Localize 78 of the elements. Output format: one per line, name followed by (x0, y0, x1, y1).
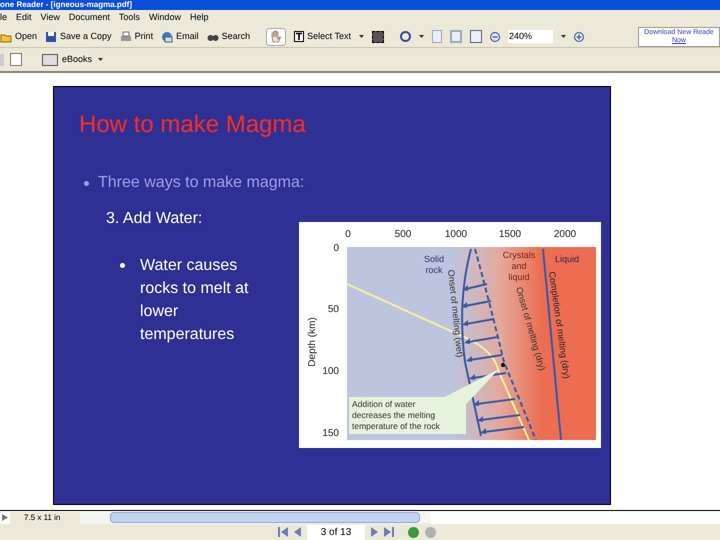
toolbar-button[interactable]: Print (120, 30, 154, 44)
page-number-field[interactable]: 3 of 13 (307, 524, 365, 540)
book-icon (42, 54, 58, 66)
arrow (473, 398, 516, 406)
zoom-field[interactable]: 240% (508, 30, 553, 44)
arrow (461, 300, 492, 308)
horizontal-scrollbar[interactable] (80, 512, 430, 524)
menu-item[interactable]: Tools (118, 11, 140, 25)
subheading: 3. Add Water: (106, 209, 202, 229)
first-page-icon[interactable] (278, 527, 288, 537)
callout-text: temperature of the rock (352, 421, 440, 431)
caret-icon[interactable] (418, 35, 424, 38)
arrow (480, 426, 524, 434)
axis-label: Depth (km) (307, 317, 318, 367)
point-marker (501, 363, 505, 367)
region-label: Solid (424, 254, 444, 264)
arrow (469, 372, 506, 380)
callout-text: Addition of water (352, 399, 416, 409)
menu-item[interactable]: Window (148, 11, 181, 25)
back-icon[interactable] (408, 526, 419, 538)
bullet-icon (84, 181, 89, 186)
region-label: Liquid (554, 254, 580, 264)
bullet-icon (120, 263, 125, 268)
menu-item[interactable]: View (40, 11, 60, 25)
tick-label: 1000 (444, 229, 468, 240)
pages-icon[interactable] (10, 53, 22, 66)
tick-label: 100 (322, 366, 339, 377)
printer-icon (120, 30, 132, 42)
scroll-thumb[interactable] (110, 512, 420, 523)
toolbar-button[interactable]: Email (161, 30, 199, 44)
page-size: 7.5 x 11 in (10, 512, 80, 524)
curve-label: Onset of melting (wet) (446, 269, 466, 358)
toolbar-button[interactable]: Save a Copy (45, 30, 112, 44)
tick-label: 50 (328, 304, 339, 315)
menu-item[interactable]: Help (190, 11, 208, 25)
window-title: one Reader - [igneous-magma.pdf] (0, 0, 132, 10)
slide-title: How to make Magma (79, 110, 306, 140)
tick-label: 0 (333, 243, 339, 254)
curve-label: Completion of melting (dry) (547, 270, 572, 380)
arrow-icon[interactable] (2, 514, 8, 521)
caret-icon[interactable] (358, 35, 364, 38)
ebooks-button[interactable]: eBooks (42, 52, 92, 66)
text-cursor-icon (294, 31, 304, 42)
tick-label: 150 (322, 428, 339, 439)
zoom-out-icon[interactable] (490, 32, 500, 42)
region-label: liquid (508, 272, 530, 282)
callout-text: decreases the melting (352, 410, 436, 420)
arrow (477, 414, 520, 422)
tick-label: 0 (345, 229, 351, 240)
page-icon[interactable] (470, 30, 482, 43)
caret-icon[interactable] (560, 35, 566, 38)
select-text-button[interactable]: Select Text (294, 30, 351, 44)
zoom-in-icon[interactable] (574, 32, 584, 42)
curve-label: Onset of melting (dry) (514, 286, 548, 372)
globe-letter-icon (161, 30, 174, 42)
arrow (466, 354, 502, 362)
caret-icon[interactable] (98, 58, 104, 61)
toolbar-button[interactable]: Open (0, 30, 38, 44)
arrow (462, 318, 494, 326)
region-label: rock (426, 265, 442, 275)
hand-tool-icon[interactable] (266, 28, 286, 46)
tick-label: 1500 (498, 229, 522, 240)
menu-item[interactable]: Document (68, 11, 110, 25)
menu-item[interactable]: Edit (16, 11, 32, 25)
tick-label: 2000 (554, 229, 576, 240)
region-label: Crystals (502, 250, 536, 260)
last-page-icon[interactable] (384, 527, 394, 537)
next-page-icon[interactable] (371, 527, 378, 537)
snapshot-icon[interactable] (372, 30, 384, 42)
tick-label: 500 (394, 229, 412, 240)
bullet-text: Three ways to make magma: (98, 173, 304, 193)
bullet-text: Water causes rocks to melt at lower temperatures (140, 256, 250, 345)
region-label: and (511, 261, 527, 271)
arrow (464, 336, 498, 344)
toolbar-button[interactable]: Search (206, 30, 250, 44)
previous-page-icon[interactable] (294, 527, 301, 537)
menu-item[interactable]: le (0, 11, 8, 25)
arrow (462, 283, 488, 291)
